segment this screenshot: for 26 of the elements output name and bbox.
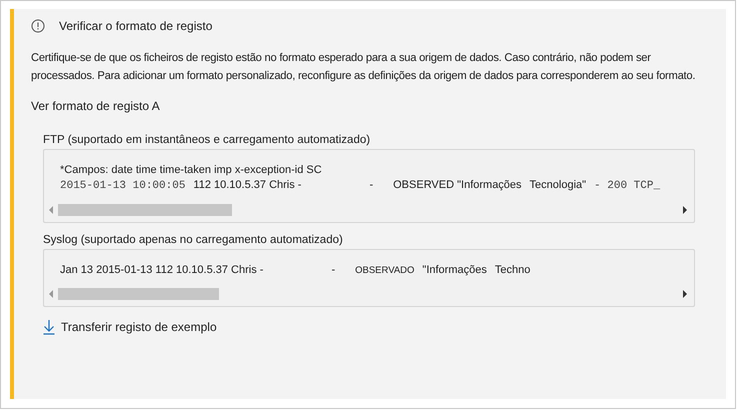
- code-text: *Campos: date time time-taken imp x-exception-id SC: [60, 164, 322, 176]
- download-icon: [43, 319, 55, 335]
- code-text: "Informações: [422, 264, 487, 276]
- scroll-right-icon[interactable]: [682, 290, 688, 298]
- code-text: - 200 TCP_: [594, 180, 660, 192]
- code-text: -: [369, 179, 374, 191]
- scrollbar-thumb[interactable]: [58, 288, 220, 300]
- panel-title: Verificar o formato de registo: [59, 19, 212, 33]
- scroll-left-icon[interactable]: [48, 206, 54, 214]
- code-text: Techno: [494, 264, 530, 276]
- code-text: 2015-01-13 10:00:05: [60, 180, 186, 192]
- sample-label: FTP (suportado em instantâneos e carregamento automatizado): [43, 134, 372, 146]
- description-text: Certifique-se de que os ficheiros de registo estão no formato esperado para a sua origem de dados. Caso contrário, não podem ser processados. Para adicionar um formato personalizado, reconfigure as definições da origem de dados para corresponderem ao seu formato.: [31, 51, 696, 84]
- code-text: -: [331, 264, 336, 276]
- code-text: Tecnologia": [530, 179, 586, 191]
- download-link[interactable]: Transferir registo de exemplo: [43, 319, 710, 335]
- scrollbar-thumb[interactable]: [58, 204, 232, 216]
- code-text: OBSERVED "Informações: [393, 179, 522, 191]
- sample-label: Syslog (suportado apenas no carregamento automatizado): [43, 234, 344, 246]
- code-text: Jan 13 2015-01-13 112 10.10.5.37 Chris -: [60, 264, 264, 276]
- warning-icon: [31, 19, 45, 33]
- scroll-left-icon[interactable]: [48, 290, 54, 298]
- scroll-right-icon[interactable]: [682, 206, 688, 214]
- code-text: OBSERVADO: [355, 265, 414, 276]
- format-heading: Ver formato de registo A: [31, 99, 161, 113]
- code-text: 112 10.10.5.37 Chris -: [193, 179, 302, 191]
